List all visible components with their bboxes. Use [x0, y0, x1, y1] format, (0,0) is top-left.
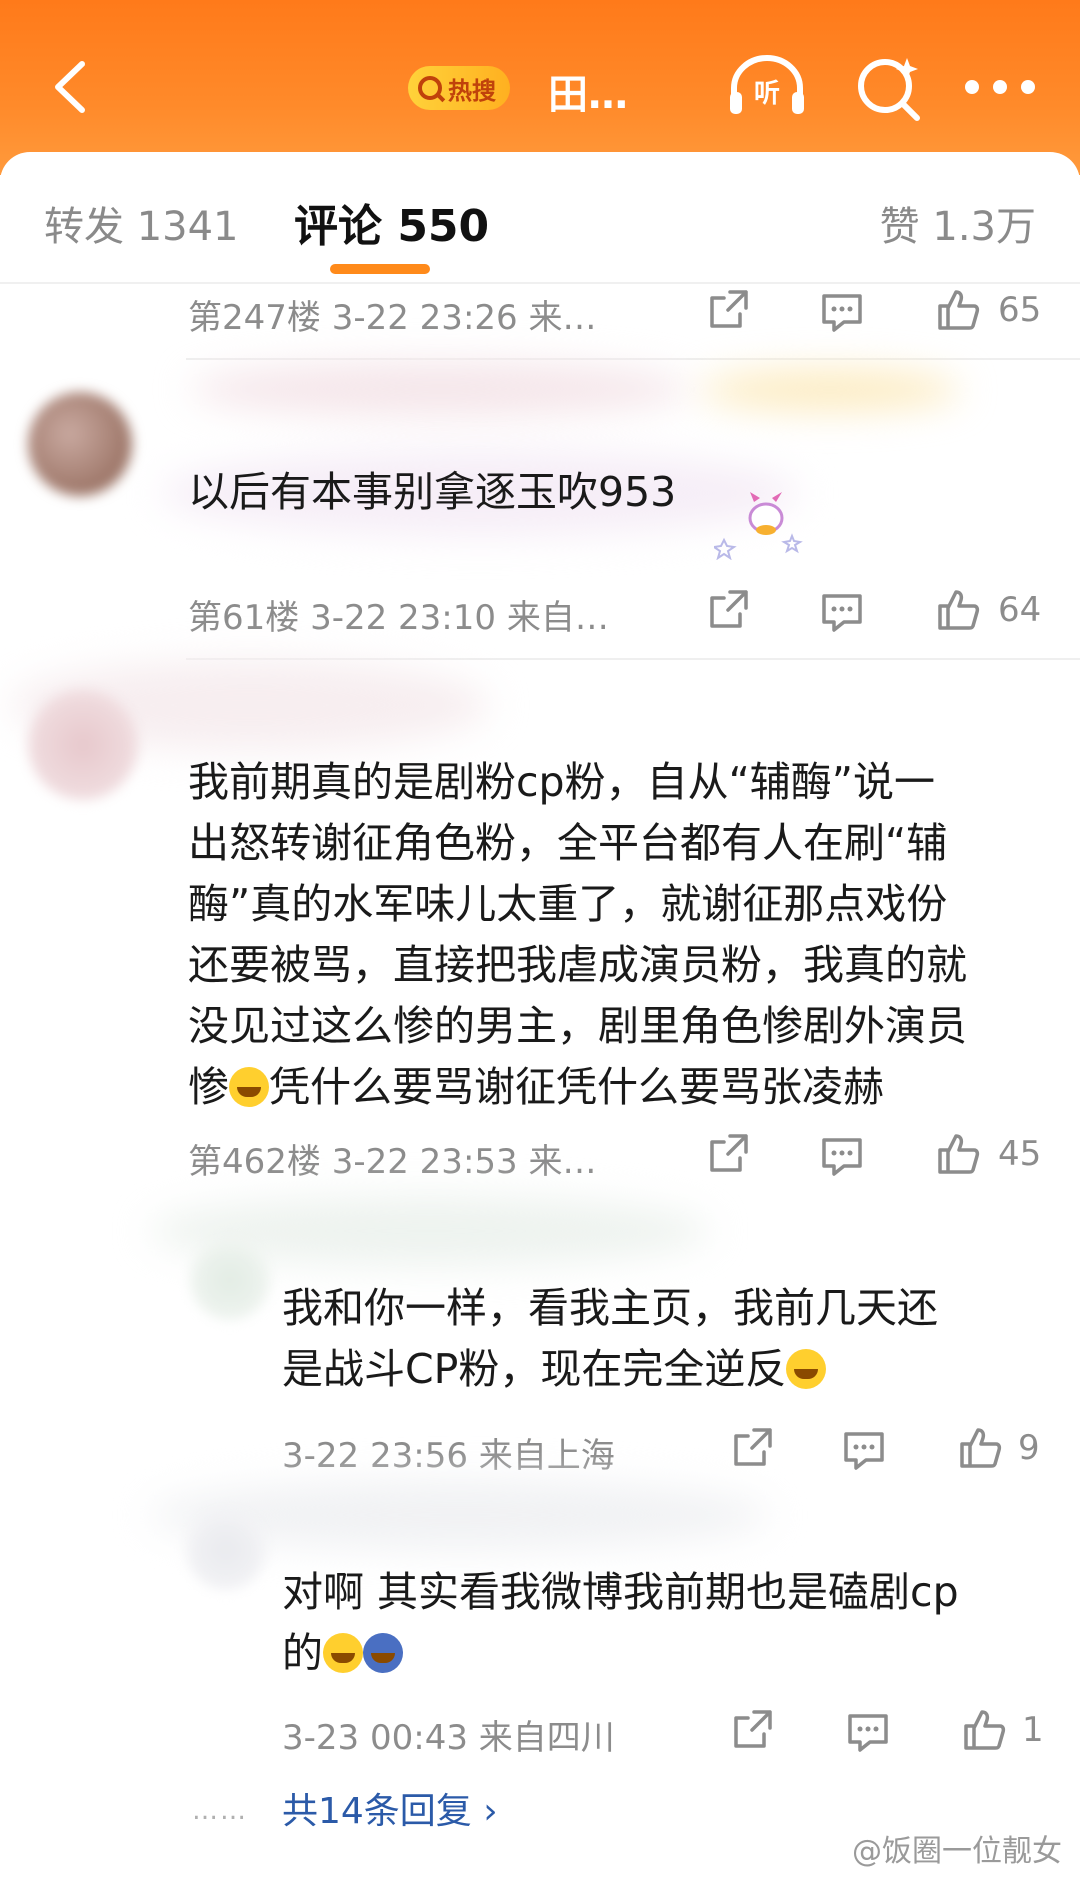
watermark: @饭圈一位靓女 — [852, 1834, 1062, 1869]
share-icon[interactable] — [704, 586, 752, 634]
like-count: 65 — [998, 290, 1042, 330]
tab-bar: 转发 1341 评论 550 赞 1.3万 — [0, 152, 1080, 282]
hot-badge-label: 热搜 — [448, 76, 496, 105]
tab-comment[interactable]: 评论 550 — [294, 190, 489, 254]
crying-emoji-icon — [323, 1633, 363, 1673]
comment-divider — [186, 358, 1080, 360]
like-icon[interactable] — [934, 286, 982, 334]
top-bar: 热搜 田… 听 — [0, 0, 1080, 175]
more-replies-link[interactable]: 共14条回复 › — [282, 1782, 498, 1834]
kneeling-emoji-icon — [363, 1633, 403, 1673]
share-icon[interactable] — [704, 286, 752, 334]
laugh-cry-emoji-icon — [229, 1067, 269, 1107]
tab-like[interactable]: 赞 1.3万 — [880, 194, 1036, 252]
comment-icon[interactable] — [844, 1708, 892, 1756]
blurred-username — [190, 362, 690, 416]
like-count: 1 — [1022, 1710, 1044, 1750]
hot-topic-title[interactable]: 田… — [548, 62, 628, 120]
avatar[interactable] — [186, 1510, 266, 1590]
comment-divider — [186, 658, 1080, 660]
listen-label: 听 — [754, 79, 780, 109]
blurred-badge — [700, 370, 960, 410]
laugh-cry-emoji-icon — [786, 1349, 827, 1389]
like-count: 64 — [998, 590, 1042, 630]
avatar[interactable] — [28, 690, 138, 800]
comment-icon[interactable] — [840, 1426, 888, 1474]
like-icon[interactable] — [934, 1130, 982, 1178]
back-icon[interactable] — [38, 52, 108, 122]
share-icon[interactable] — [704, 1130, 752, 1178]
hot-search-badge[interactable]: 热搜 — [408, 66, 510, 110]
share-icon[interactable] — [728, 1706, 776, 1754]
reply-text: 对啊 其实看我微博我前期也是磕剧cp 的 — [282, 1568, 959, 1677]
comment-icon[interactable] — [818, 1132, 866, 1180]
comment-icon[interactable] — [818, 588, 866, 636]
like-icon[interactable] — [956, 1424, 1004, 1472]
more-replies-dots: …… — [192, 1796, 248, 1826]
comment-icon[interactable] — [818, 288, 866, 336]
headphones-icon[interactable]: 听 — [726, 50, 808, 122]
comment-meta: 第61楼 3-22 23:10 来自… — [188, 598, 609, 638]
reply-meta: 3-22 23:56 来自上海 — [282, 1436, 615, 1476]
like-count: 45 — [998, 1134, 1042, 1174]
search-sparkle-icon[interactable] — [853, 52, 925, 124]
tab-divider — [0, 282, 1080, 284]
more-options-icon[interactable] — [965, 80, 1035, 96]
tab-forward[interactable]: 转发 1341 — [44, 194, 239, 252]
comment-text: 以后有本事别拿逐玉吹953 — [188, 468, 677, 516]
duck-sticker-icon — [711, 490, 806, 561]
like-icon[interactable] — [934, 586, 982, 634]
comment-text: 我前期真的是剧粉cp粉，自从“辅酶”说一 出怒转谢征角色粉，全平台都有人在刷“辅… — [188, 758, 967, 1111]
reply-meta: 3-23 00:43 来自四川 — [282, 1718, 615, 1758]
comment-meta: 第462楼 3-22 23:53 来… — [188, 1142, 597, 1182]
search-small-icon — [418, 76, 442, 100]
reply-text: 我和你一样，看我主页，我前几天还 是战斗CP粉，现在完全逆反 — [282, 1284, 938, 1393]
share-icon[interactable] — [728, 1424, 776, 1472]
like-count: 9 — [1018, 1428, 1040, 1468]
active-tab-indicator — [330, 264, 430, 274]
like-icon[interactable] — [960, 1706, 1008, 1754]
avatar[interactable] — [190, 1240, 270, 1320]
comment-meta: 第247楼 3-22 23:26 来… — [188, 298, 597, 338]
avatar[interactable] — [28, 392, 132, 496]
